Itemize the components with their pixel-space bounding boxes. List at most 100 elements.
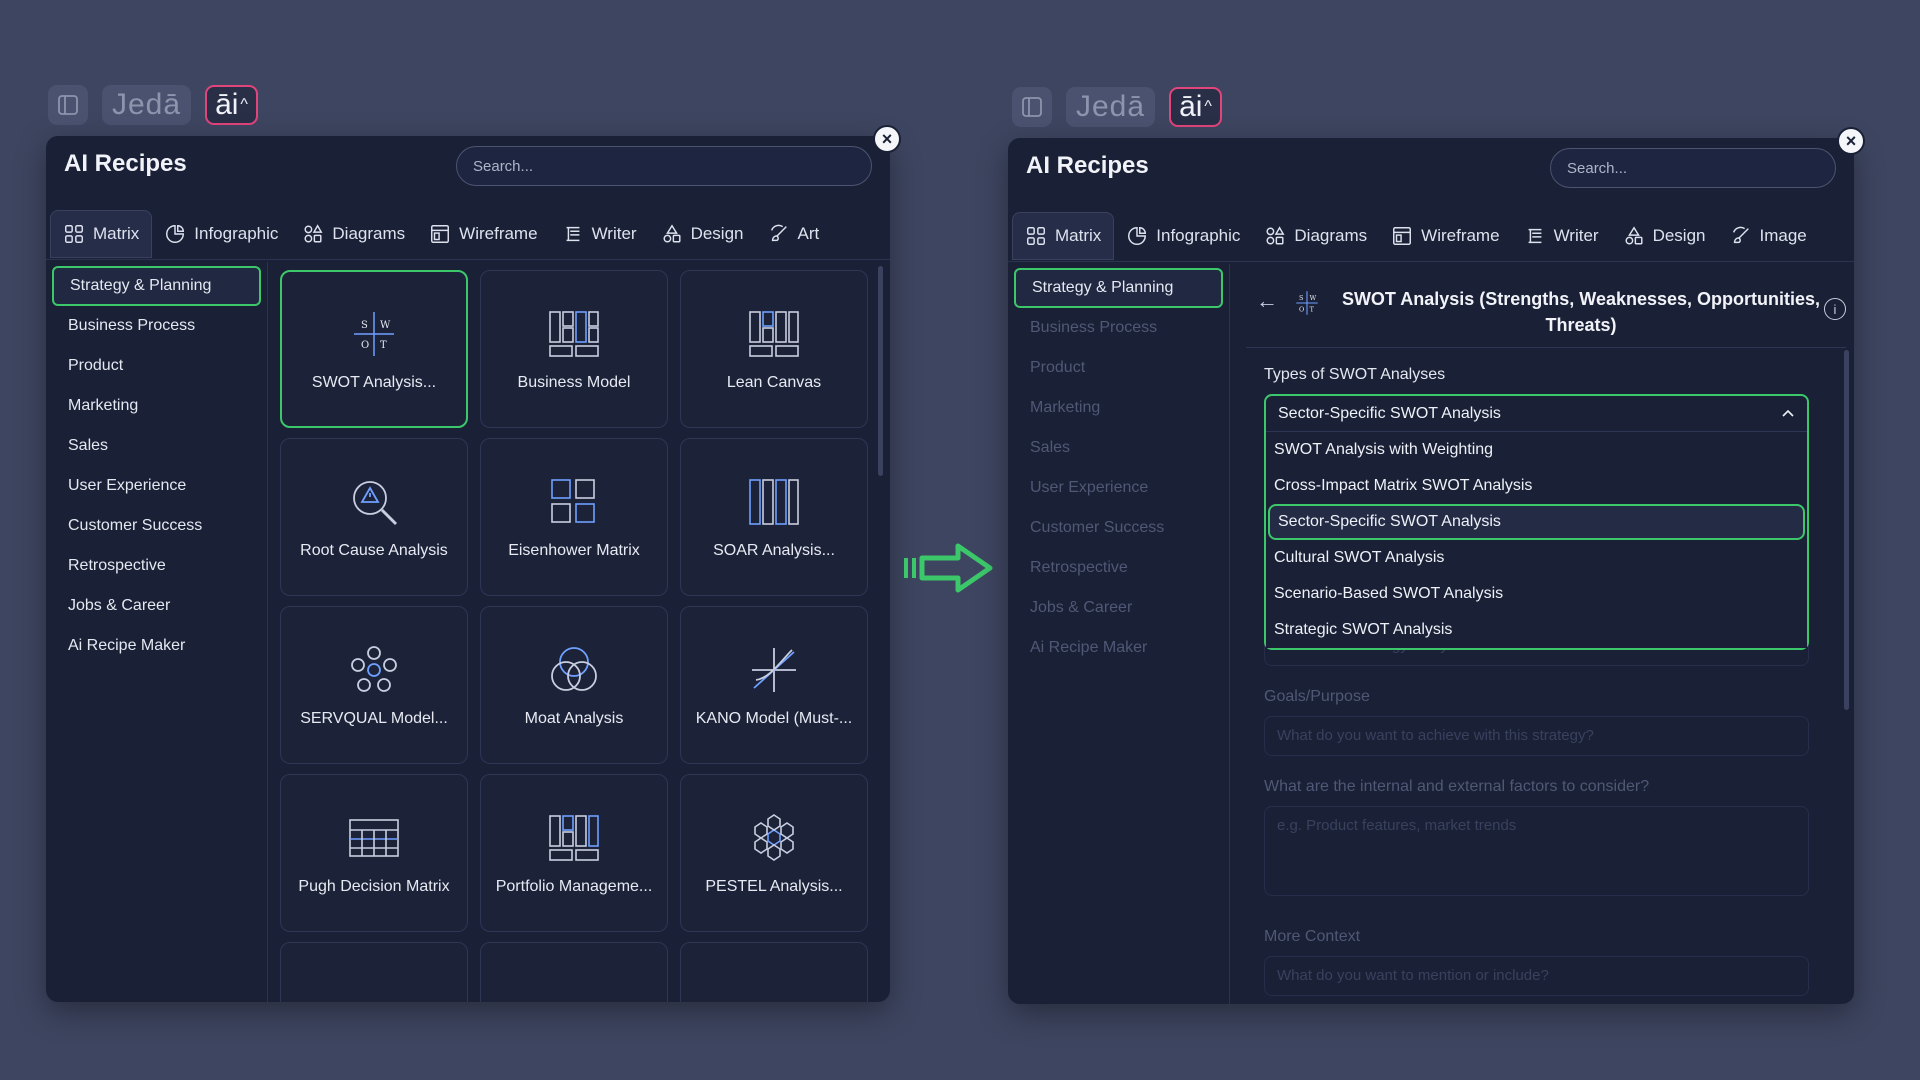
tab-label: Diagrams: [332, 223, 406, 243]
sidebar-item-sales[interactable]: Sales: [52, 426, 261, 466]
sidebar-item-sales[interactable]: Sales: [1014, 428, 1223, 468]
sidebar-item-jobs-career[interactable]: Jobs & Career: [52, 586, 261, 626]
sidebar-item-ai-recipe-maker[interactable]: Ai Recipe Maker: [52, 626, 261, 666]
svg-text:S: S: [1299, 294, 1303, 302]
sidebar-item-business-process[interactable]: Business Process: [1014, 308, 1223, 348]
dropdown-option[interactable]: SWOT Analysis with Weighting: [1266, 432, 1807, 468]
recipe-card-moat[interactable]: Moat Analysis: [480, 606, 668, 764]
tab-infographic[interactable]: Infographic: [152, 210, 290, 258]
tab-diagrams[interactable]: Diagrams: [1252, 212, 1379, 260]
recipe-card-lean-canvas[interactable]: Lean Canvas: [680, 270, 868, 428]
factors-textarea[interactable]: e.g. Product features, market trends: [1264, 806, 1809, 896]
dropdown-option[interactable]: Scenario-Based SWOT Analysis: [1266, 576, 1807, 612]
dropdown-selected[interactable]: Sector-Specific SWOT Analysis: [1266, 396, 1807, 432]
context-input[interactable]: What do you want to mention or include?: [1264, 956, 1809, 996]
sidebar-item-user-experience[interactable]: User Experience: [1014, 468, 1223, 508]
sidebar-item-jobs-career[interactable]: Jobs & Career: [1014, 588, 1223, 628]
recipe-card-swot[interactable]: S WOT SWOT Analysis...: [280, 270, 468, 428]
sidebar-item-strategy[interactable]: Strategy & Planning: [52, 266, 261, 306]
close-button[interactable]: ×: [873, 125, 901, 153]
dropdown-option[interactable]: Cross-Impact Matrix SWOT Analysis: [1266, 468, 1807, 504]
recipe-card-business-model[interactable]: Business Model: [480, 270, 668, 428]
sidebar-item-user-experience[interactable]: User Experience: [52, 466, 261, 506]
sidebar-item-retrospective[interactable]: Retrospective: [52, 546, 261, 586]
sidebar-toggle-button[interactable]: [48, 85, 88, 125]
tab-infographic[interactable]: Infographic: [1114, 212, 1252, 260]
recipe-card-kano[interactable]: KANO Model (Must-...: [680, 606, 868, 764]
category-tabs: Matrix Infographic Diagrams Wireframe Wr…: [1008, 210, 1854, 262]
search-input[interactable]: [1550, 148, 1836, 188]
search-input[interactable]: [456, 146, 872, 186]
tab-image[interactable]: Image: [1718, 212, 1819, 260]
recipe-card-portfolio[interactable]: Portfolio Manageme...: [480, 774, 668, 932]
ai-menu-button[interactable]: āi ^: [1169, 87, 1222, 127]
svg-text:T: T: [1310, 306, 1315, 314]
sidebar-item-strategy[interactable]: Strategy & Planning: [1014, 268, 1223, 308]
sidebar-item-marketing[interactable]: Marketing: [1014, 388, 1223, 428]
portfolio-grid-icon: [549, 815, 599, 861]
card-label: Lean Canvas: [726, 374, 822, 391]
tab-writer[interactable]: Writer: [1512, 212, 1611, 260]
swot-icon: S WO T: [354, 312, 394, 356]
sidebar-toggle-button[interactable]: [1012, 87, 1052, 127]
dropdown-option[interactable]: Cultural SWOT Analysis: [1266, 540, 1807, 576]
goals-input[interactable]: What do you want to achieve with this st…: [1264, 716, 1809, 756]
tab-label: Art: [797, 223, 820, 243]
swot-type-dropdown[interactable]: Sector-Specific SWOT Analysis SWOT Analy…: [1264, 394, 1809, 650]
chevron-up-icon: ^: [240, 96, 248, 113]
card-label: SOAR Analysis...: [713, 542, 835, 559]
recipe-card-root-cause[interactable]: Root Cause Analysis: [280, 438, 468, 596]
tab-diagrams[interactable]: Diagrams: [290, 210, 417, 258]
chevron-up-icon: [1782, 409, 1794, 417]
flower-nodes-icon: [351, 646, 397, 692]
tab-wireframe[interactable]: Wireframe: [417, 210, 549, 258]
sidebar-item-ai-recipe-maker[interactable]: Ai Recipe Maker: [1014, 628, 1223, 668]
dropdown-options: SWOT Analysis with Weighting Cross-Impac…: [1266, 432, 1807, 648]
tab-matrix[interactable]: Matrix: [1012, 211, 1115, 260]
card-label: Moat Analysis: [524, 710, 624, 727]
recipe-card-soar[interactable]: SOAR Analysis...: [680, 438, 868, 596]
recipe-card-partial[interactable]: [680, 942, 868, 1002]
grid-scrollbar[interactable]: [878, 266, 883, 476]
tab-art[interactable]: Art: [756, 210, 832, 258]
tab-label: Writer: [1553, 225, 1599, 245]
sidebar-item-product[interactable]: Product: [52, 346, 261, 386]
pie-chart-icon: [1128, 226, 1147, 245]
tab-matrix[interactable]: Matrix: [50, 209, 153, 258]
recipe-card-pugh[interactable]: Pugh Decision Matrix: [280, 774, 468, 932]
back-arrow-icon[interactable]: ←: [1256, 288, 1278, 314]
card-label: PESTEL Analysis...: [705, 878, 843, 895]
recipe-card-servqual[interactable]: SERVQUAL Model...: [280, 606, 468, 764]
grid-icon: [65, 224, 83, 243]
tab-wireframe[interactable]: Wireframe: [1379, 212, 1511, 260]
recipe-card-partial[interactable]: [480, 942, 668, 1002]
sidebar-item-business-process[interactable]: Business Process: [52, 306, 261, 346]
recipe-card-partial[interactable]: [280, 942, 468, 1002]
pie-chart-icon: [166, 224, 185, 243]
sidebar-item-customer-success[interactable]: Customer Success: [1014, 508, 1223, 548]
tab-design[interactable]: Design: [1611, 212, 1718, 260]
tab-design[interactable]: Design: [649, 210, 756, 258]
shapes-icon: [1266, 225, 1285, 245]
tab-writer[interactable]: Writer: [550, 210, 649, 258]
form-scrollbar[interactable]: [1844, 350, 1849, 710]
dropdown-option[interactable]: Strategic SWOT Analysis: [1266, 612, 1807, 648]
goals-label: Goals/Purpose: [1264, 688, 1370, 705]
text-lines-icon: [566, 226, 579, 241]
svg-text:T: T: [380, 340, 387, 351]
dropdown-option-selected[interactable]: Sector-Specific SWOT Analysis: [1268, 504, 1805, 540]
sidebar-item-product[interactable]: Product: [1014, 348, 1223, 388]
sidebar-item-customer-success[interactable]: Customer Success: [52, 506, 261, 546]
sidebar-item-retrospective[interactable]: Retrospective: [1014, 548, 1223, 588]
design-shapes-icon: [663, 223, 681, 243]
info-icon[interactable]: i: [1824, 298, 1846, 320]
sidebar-item-marketing[interactable]: Marketing: [52, 386, 261, 426]
recipe-card-eisenhower[interactable]: Eisenhower Matrix: [480, 438, 668, 596]
transition-arrow-icon: [904, 543, 993, 593]
ai-menu-button[interactable]: āi ^: [205, 85, 258, 125]
sidebar-panel-icon: [1022, 97, 1042, 117]
recipe-card-pestel[interactable]: PESTEL Analysis...: [680, 774, 868, 932]
shapes-icon: [304, 223, 323, 243]
close-button[interactable]: ×: [1837, 127, 1865, 155]
svg-text:O: O: [1299, 306, 1304, 314]
